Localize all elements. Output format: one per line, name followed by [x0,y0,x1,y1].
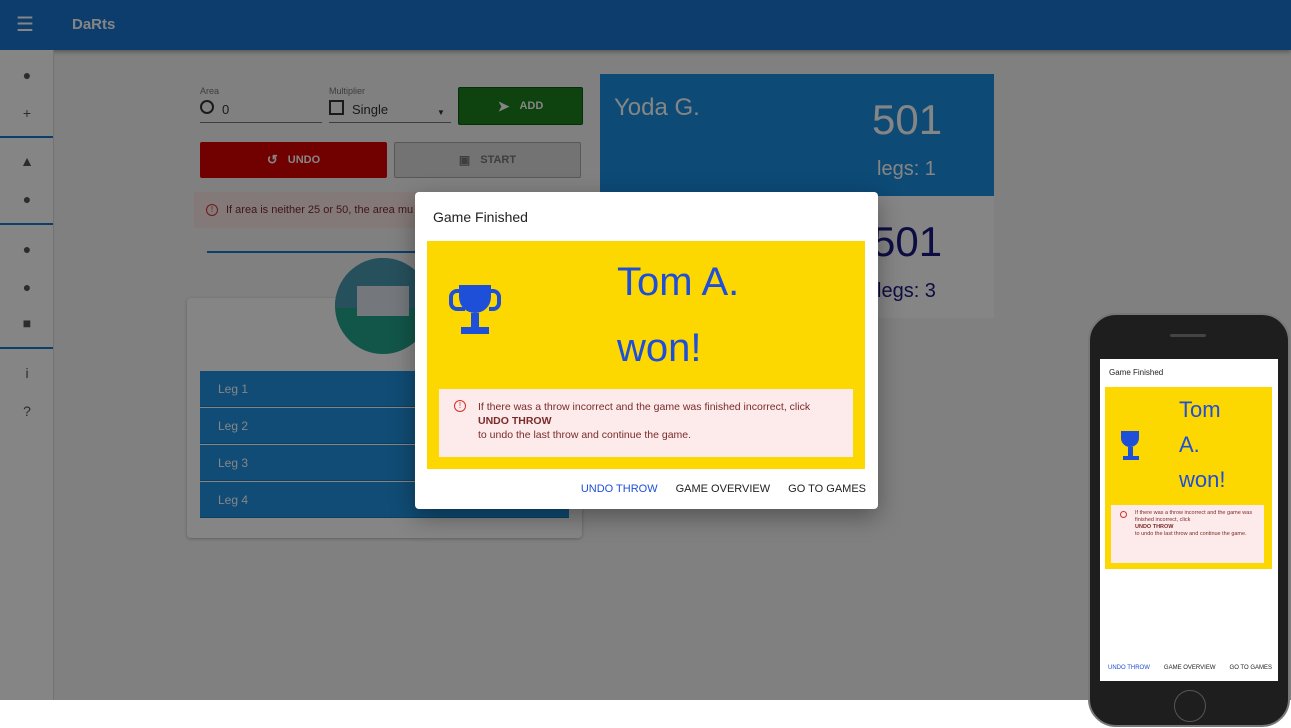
trophy-stem [1128,447,1133,456]
game-finished-dialog: Game Finished Tom A. won! ! If there was… [415,192,878,509]
phone-dialog-actions: UNDO THROW GAME OVERVIEW GO TO GAMES [1108,665,1272,671]
trophy-base [1123,456,1139,460]
alert-icon [1120,511,1127,518]
go-to-games-button[interactable]: GO TO GAMES [788,483,866,495]
phone-winner-line1: Tom [1179,397,1221,422]
trophy-base [461,327,489,334]
phone-speaker [1170,334,1206,337]
winner-status: won! [617,326,702,370]
trophy-stem [471,313,479,327]
phone-dialog-title: Game Finished [1109,368,1164,377]
phone-undo-hint: If there was a throw incorrect and the g… [1111,505,1264,563]
phone-home-button[interactable] [1174,690,1206,722]
dialog-title: Game Finished [433,209,528,225]
winner-name: Tom A. [617,260,740,304]
game-overview-button[interactable]: GAME OVERVIEW [676,483,771,495]
phone-game-overview-button[interactable]: GAME OVERVIEW [1164,665,1216,671]
undo-throw-button[interactable]: UNDO THROW [581,483,658,495]
alert-icon: ! [454,400,466,412]
phone-winner-line3: won! [1179,467,1226,492]
hint-text-end: to undo the last throw and continue the … [478,429,692,441]
phone-winner-panel: Tom A. won! If there was a throw incorre… [1105,387,1272,569]
phone-undo-throw-button[interactable]: UNDO THROW [1108,665,1150,671]
hint-emphasis: UNDO THROW [478,415,552,427]
winner-panel: Tom A. won! ! If there was a throw incor… [427,241,865,469]
phone-preview: Game Finished Tom A. won! If there was a… [1088,313,1290,727]
dialog-actions: UNDO THROW GAME OVERVIEW GO TO GAMES [581,483,866,495]
phone-screen: Game Finished Tom A. won! If there was a… [1100,359,1278,681]
undo-hint-alert: ! If there was a throw incorrect and the… [439,389,853,457]
hint-text: If there was a throw incorrect and the g… [478,401,811,413]
phone-go-to-games-button[interactable]: GO TO GAMES [1230,665,1272,671]
trophy-icon [449,285,501,341]
trophy-cup [1121,431,1139,447]
trophy-handle-left [449,289,465,311]
phone-trophy-icon [1115,431,1145,465]
trophy-handle-right [489,289,501,311]
phone-winner-line2: A. [1179,432,1200,457]
